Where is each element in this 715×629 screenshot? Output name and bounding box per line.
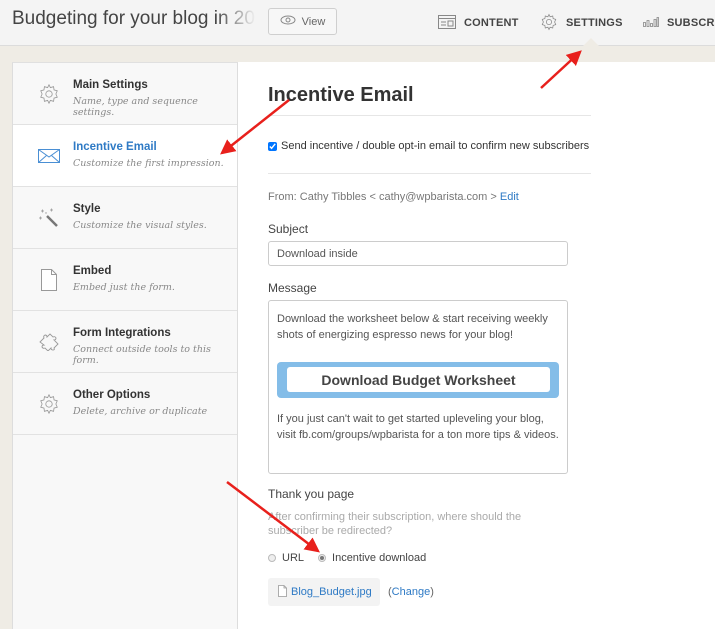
top-bar: Budgeting for your blog in 2017 View CON… <box>0 0 715 46</box>
sidebar-item-description: Customize the first impression. <box>73 158 224 169</box>
eye-icon <box>280 15 296 28</box>
content-layout-icon <box>438 14 456 32</box>
sidebar-item-description: Delete, archive or duplicate <box>73 406 208 417</box>
subject-input[interactable] <box>268 241 568 266</box>
incentive-email-panel: Incentive Email Send incentive / double … <box>238 62 715 629</box>
send-incentive-checkbox[interactable] <box>268 141 277 151</box>
radio-url-indicator[interactable] <box>268 554 276 562</box>
send-incentive-checkbox-row[interactable]: Send incentive / double opt-in email to … <box>268 140 589 152</box>
sidebar-item-description: Embed just the form. <box>73 282 175 293</box>
title-fade <box>216 8 256 30</box>
paren-close: ) <box>430 586 434 598</box>
envelope-icon <box>37 145 61 167</box>
sidebar-item-description: Name, type and sequence settings. <box>73 96 198 118</box>
thank-you-help-text: After confirming their subscription, whe… <box>268 511 522 537</box>
incentive-file[interactable]: Blog_Budget.jpg <box>268 578 380 606</box>
sidebar-item-other-options[interactable]: Other Options Delete, archive or duplica… <box>13 373 237 435</box>
radio-url[interactable]: URL <box>268 552 304 564</box>
view-button-label: View <box>301 15 326 28</box>
message-paragraph: Download the worksheet below & start rec… <box>277 313 548 341</box>
sidebar-item-label: Embed <box>73 265 112 277</box>
bar-chart-icon <box>643 16 659 30</box>
sidebar-item-label: Incentive Email <box>73 141 157 153</box>
sidebar-item-form-integrations[interactable]: Form Integrations Connect outside tools … <box>13 311 237 373</box>
nav-tab-content[interactable]: CONTENT <box>438 0 519 46</box>
send-incentive-label: Send incentive / double opt-in email to … <box>281 140 590 152</box>
view-button[interactable]: View <box>268 8 337 35</box>
redirect-options: URL Incentive download <box>268 552 440 564</box>
change-file: (Change) <box>388 586 434 598</box>
sidebar-item-main-settings[interactable]: Main Settings Name, type and sequence se… <box>13 63 237 125</box>
nav-tab-subscribers-label: SUBSCRIBERS <box>667 17 715 29</box>
form-title[interactable]: Budgeting for your blog in 2017 <box>12 8 256 30</box>
radio-incentive-download[interactable]: Incentive download <box>318 552 426 564</box>
message-label: Message <box>268 281 317 295</box>
magic-wand-icon <box>37 207 61 229</box>
active-tab-caret <box>582 38 600 47</box>
page-title: Incentive Email <box>268 84 414 106</box>
download-button[interactable]: Download Budget Worksheet <box>277 362 559 398</box>
gear-icon <box>37 83 61 105</box>
download-button-label: Download Budget Worksheet <box>287 367 550 392</box>
nav-tab-content-label: CONTENT <box>464 17 519 29</box>
from-address: From: Cathy Tibbles < cathy@wpbarista.co… <box>268 191 500 203</box>
sidebar-item-label: Main Settings <box>73 79 148 91</box>
radio-incentive-download-indicator[interactable] <box>318 554 327 562</box>
sidebar-item-description: Connect outside tools to this form. <box>73 344 211 366</box>
sidebar-item-label: Style <box>73 203 101 215</box>
sidebar-item-label: Form Integrations <box>73 327 171 339</box>
incentive-file-link[interactable]: Blog_Budget.jpg <box>291 586 372 598</box>
sidebar-item-embed[interactable]: Embed Embed just the form. <box>13 249 237 311</box>
sidebar-item-description: Customize the visual styles. <box>73 220 207 231</box>
nav-tab-settings-label: SETTINGS <box>566 17 623 29</box>
sidebar-item-style[interactable]: Style Customize the visual styles. <box>13 187 237 249</box>
settings-sidebar: Main Settings Name, type and sequence se… <box>12 62 238 629</box>
sidebar-item-label: Other Options <box>73 389 151 401</box>
message-editor[interactable]: Download the worksheet below & start rec… <box>268 300 568 474</box>
thank-you-page-label: Thank you page <box>268 487 355 501</box>
puzzle-icon <box>37 331 61 353</box>
subject-label: Subject <box>268 222 309 236</box>
message-paragraph: If you just can't wait to get started up… <box>277 413 559 441</box>
file-icon <box>278 584 287 600</box>
divider <box>268 173 591 174</box>
from-line: From: Cathy Tibbles < cathy@wpbarista.co… <box>268 191 519 203</box>
radio-incentive-download-label: Incentive download <box>332 552 427 564</box>
gear-icon <box>540 13 558 34</box>
radio-url-label: URL <box>282 552 305 564</box>
change-file-link[interactable]: Change <box>392 586 431 598</box>
document-icon <box>37 269 61 291</box>
edit-from-link[interactable]: Edit <box>500 191 519 203</box>
divider <box>268 115 591 116</box>
nav-tab-subscribers[interactable]: SUBSCRIBERS <box>643 0 715 46</box>
gear-icon <box>37 393 61 415</box>
sidebar-item-incentive-email[interactable]: Incentive Email Customize the first impr… <box>13 125 237 187</box>
